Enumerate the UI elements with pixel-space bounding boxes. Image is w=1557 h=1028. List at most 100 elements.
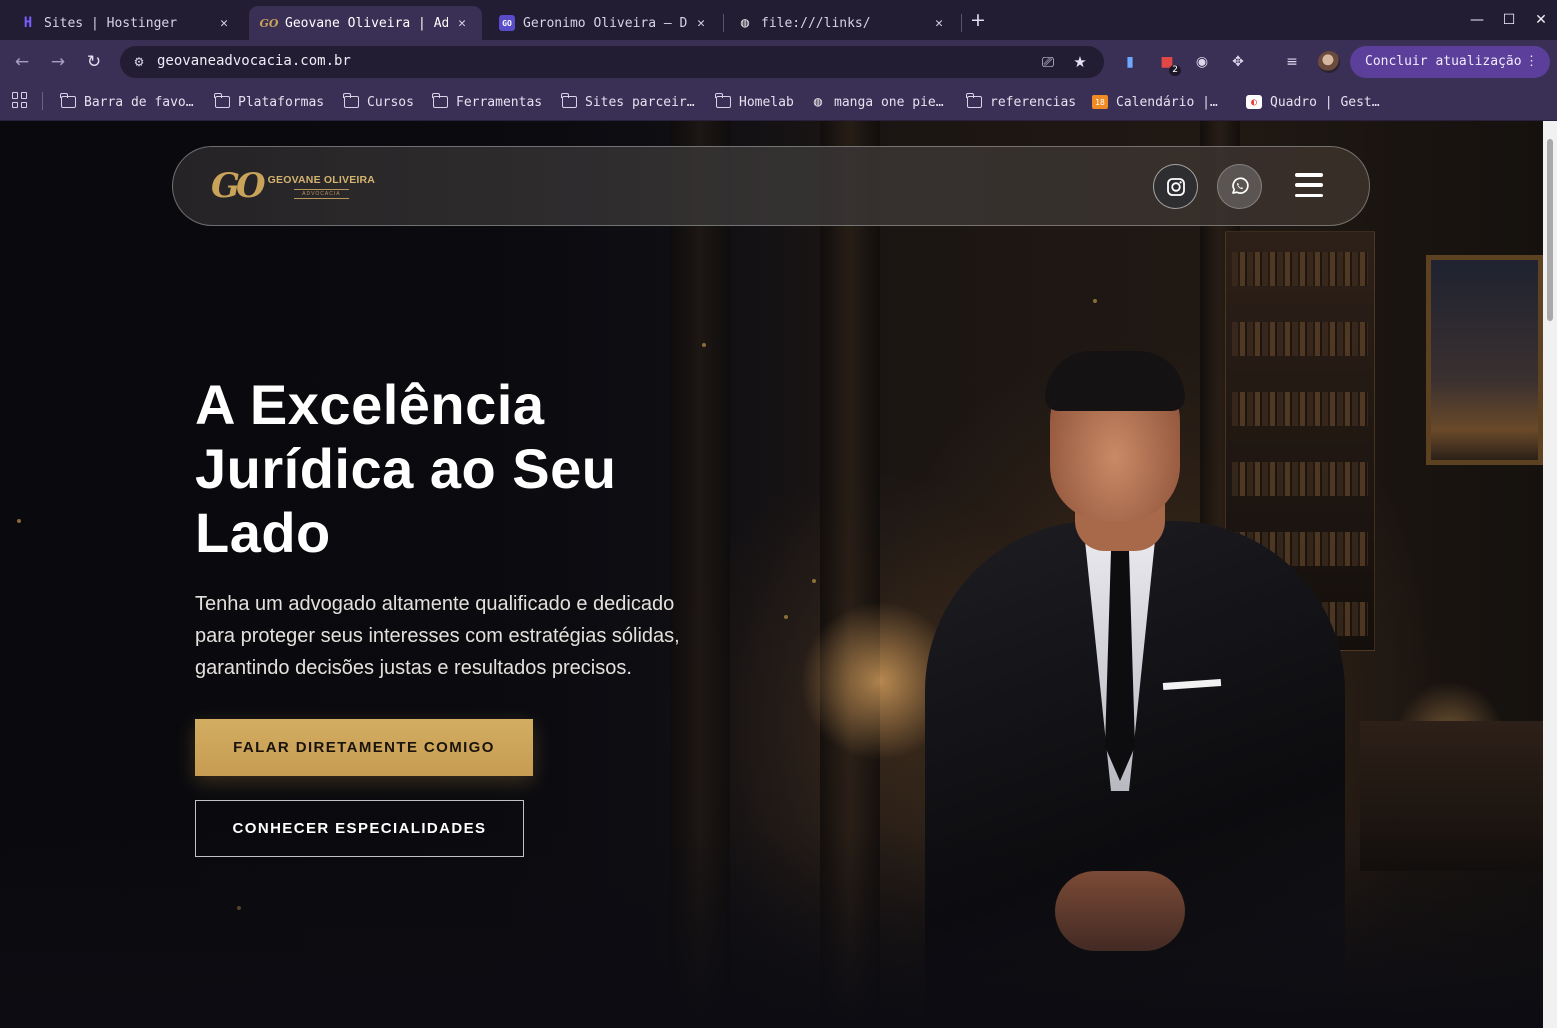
- globe-icon: ◍: [813, 94, 823, 110]
- page-scrollbar[interactable]: [1543, 121, 1557, 1028]
- background-painting: [1426, 255, 1543, 465]
- window-close-icon[interactable]: ✕: [1527, 6, 1555, 34]
- tab-title: Sites | Hostinger: [44, 15, 178, 31]
- folder-icon: [343, 93, 359, 109]
- maximize-icon[interactable]: ☐: [1495, 6, 1523, 34]
- bookmark-label: Ferramentas: [456, 94, 543, 110]
- new-tab-button[interactable]: +: [968, 6, 988, 34]
- reload-icon[interactable]: ↻: [82, 50, 106, 74]
- bookmark-label: referencias: [990, 94, 1077, 110]
- folder-icon: [432, 93, 448, 109]
- tab-separator: [723, 14, 724, 32]
- particle: [17, 519, 21, 523]
- particle: [702, 343, 706, 347]
- more-menu-icon[interactable]: ⋮: [1525, 46, 1538, 78]
- tab-hostinger[interactable]: H Sites | Hostinger ✕: [8, 6, 244, 40]
- folder-icon: [966, 93, 982, 109]
- hamburger-menu-icon[interactable]: [1295, 173, 1323, 197]
- folder-icon: [60, 93, 76, 109]
- bookmark-label: Cursos: [367, 94, 414, 110]
- site-header: GO GEOVANE OLIVEIRA ADVOCACIA: [172, 146, 1370, 226]
- tab-strip: H Sites | Hostinger ✕ GO Geovane Oliveir…: [0, 0, 1557, 40]
- board-icon: ◐: [1246, 95, 1262, 109]
- browser-toolbar: ← → ↻ ⚙ geovaneadvocacia.com.br ⎚ ★ ▮ ■ 2…: [0, 40, 1557, 84]
- page-viewport: GO GEOVANE OLIVEIRA ADVOCACIA A Excelênc…: [0, 121, 1543, 1028]
- tab-geronimo[interactable]: GO Geronimo Oliveira — D ✕: [487, 6, 721, 40]
- reading-list-icon[interactable]: ≡: [1282, 52, 1302, 72]
- hero-title-line: Lado: [195, 501, 331, 564]
- extensions-puzzle-icon[interactable]: ✥: [1228, 52, 1248, 72]
- tab-separator: [961, 14, 962, 32]
- docs-extension-icon[interactable]: ▮: [1120, 52, 1140, 72]
- tab-geovane[interactable]: GO Geovane Oliveira | Ad ✕: [249, 6, 482, 40]
- specialties-button[interactable]: CONHECER ESPECIALIDADES: [195, 800, 524, 857]
- go-badge-icon: GO: [499, 15, 515, 31]
- logo-subtitle: ADVOCACIA: [294, 188, 349, 199]
- forward-icon[interactable]: →: [46, 50, 70, 74]
- back-icon[interactable]: ←: [10, 50, 34, 74]
- globe-icon: ◍: [740, 15, 750, 31]
- whatsapp-icon: [1232, 177, 1249, 194]
- bookmark-quadro[interactable]: ◐ Quadro | Gest…: [1246, 92, 1380, 112]
- logo-name: GEOVANE OLIVEIRA: [267, 173, 376, 186]
- particle: [1093, 299, 1097, 303]
- address-bar[interactable]: ⚙ geovaneadvocacia.com.br ⎚ ★: [120, 46, 1104, 78]
- folder-icon: [561, 93, 577, 109]
- hero-subtitle-line: Tenha um advogado altamente qualificado …: [195, 593, 675, 615]
- go-logo-icon: GO: [259, 16, 279, 30]
- hostinger-icon: H: [23, 15, 33, 31]
- talk-directly-button[interactable]: FALAR DIRETAMENTE COMIGO: [195, 719, 533, 776]
- bookmark-sites-parceiros[interactable]: Sites parceir…: [561, 92, 695, 112]
- tab-title: Geovane Oliveira | Ad: [285, 15, 448, 31]
- tab-title: file:///links/: [761, 15, 871, 31]
- logo-monogram: GO: [211, 166, 266, 206]
- close-tab-icon[interactable]: ✕: [454, 16, 470, 31]
- bookmark-label: Calendário |…: [1116, 94, 1218, 110]
- bookmark-manga-one-piece[interactable]: ◍ manga one pie…: [810, 92, 944, 112]
- hero-title: A Excelência Jurídica ao Seu Lado: [195, 373, 755, 565]
- bottom-shade: [0, 828, 1543, 1028]
- extension-badge: 2: [1169, 65, 1181, 76]
- bookmark-cursos[interactable]: Cursos: [343, 92, 414, 112]
- particle: [784, 615, 788, 619]
- red-extension-icon[interactable]: ■ 2: [1157, 52, 1181, 76]
- update-button[interactable]: Concluir atualização ⋮: [1350, 46, 1550, 78]
- site-settings-icon[interactable]: ⚙: [130, 53, 148, 71]
- whatsapp-button[interactable]: [1217, 164, 1262, 209]
- tab-title: Geronimo Oliveira — D: [523, 15, 687, 31]
- bookmark-label: Plataformas: [238, 94, 325, 110]
- instagram-button[interactable]: [1153, 164, 1198, 209]
- install-app-icon[interactable]: ⎚: [1038, 53, 1058, 71]
- address-text[interactable]: geovaneadvocacia.com.br: [157, 53, 351, 69]
- close-tab-icon[interactable]: ✕: [216, 16, 232, 31]
- scrollbar-thumb[interactable]: [1547, 139, 1553, 321]
- bookmark-homelab[interactable]: Homelab: [715, 92, 794, 112]
- profile-avatar[interactable]: [1318, 51, 1340, 73]
- bookmark-referencias[interactable]: referencias: [966, 92, 1076, 112]
- minimize-icon[interactable]: —: [1463, 6, 1491, 34]
- hero-subtitle-line: garantindo decisões justas e resultados …: [195, 657, 632, 679]
- close-tab-icon[interactable]: ✕: [931, 16, 947, 31]
- bookmark-label: Barra de favo…: [84, 94, 194, 110]
- bookmark-star-icon[interactable]: ★: [1070, 53, 1090, 71]
- tab-file-links[interactable]: ◍ file:///links/ ✕: [725, 6, 959, 40]
- hero-title-line: Jurídica ao Seu: [195, 437, 617, 500]
- folder-icon: [715, 93, 731, 109]
- bookmark-barra-de-favoritos[interactable]: Barra de favo…: [60, 92, 194, 112]
- site-logo[interactable]: GO GEOVANE OLIVEIRA ADVOCACIA: [211, 161, 375, 211]
- particle: [812, 579, 816, 583]
- hero-subtitle: Tenha um advogado altamente qualificado …: [195, 588, 755, 684]
- camera-icon[interactable]: ◉: [1192, 52, 1212, 72]
- folder-icon: [214, 93, 230, 109]
- calendar-icon: 18: [1092, 95, 1108, 109]
- bookmark-label: manga one pie…: [834, 94, 944, 110]
- hero-title-line: A Excelência: [195, 373, 545, 436]
- close-tab-icon[interactable]: ✕: [693, 16, 709, 31]
- apps-grid-icon[interactable]: [12, 92, 28, 108]
- bookmark-calendario[interactable]: 18 Calendário |…: [1092, 92, 1218, 112]
- instagram-icon: [1166, 177, 1185, 196]
- bookmark-label: Quadro | Gest…: [1270, 94, 1380, 110]
- hero-subtitle-line: para proteger seus interesses com estrat…: [195, 625, 680, 647]
- bookmark-plataformas[interactable]: Plataformas: [214, 92, 324, 112]
- bookmark-ferramentas[interactable]: Ferramentas: [432, 92, 542, 112]
